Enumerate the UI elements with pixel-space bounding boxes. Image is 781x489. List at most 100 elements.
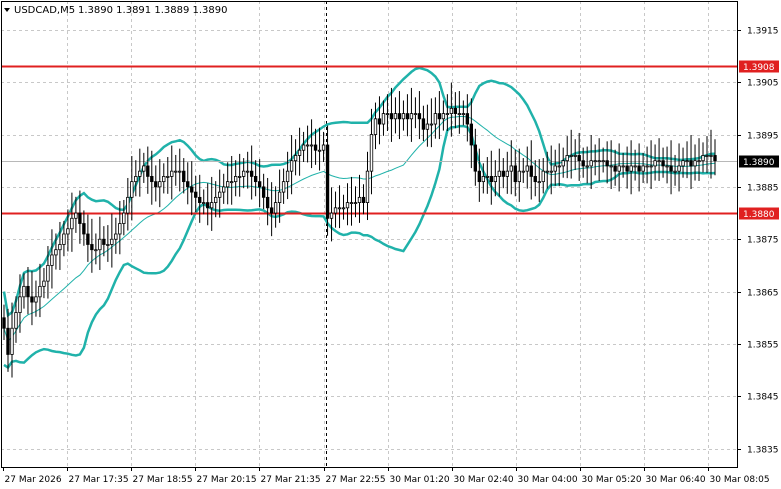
candle-body (409, 113, 414, 120)
candle-body (397, 113, 402, 120)
candle-body (421, 118, 426, 130)
candle-body (629, 165, 633, 172)
candle-body (385, 113, 390, 115)
candle-body (26, 285, 30, 298)
candle-body (485, 176, 489, 178)
candle-body (553, 165, 557, 172)
candle-body (190, 186, 194, 193)
candle-body (613, 165, 617, 172)
candle-body (46, 265, 50, 282)
candle-body (341, 207, 346, 210)
candle-body (66, 228, 70, 235)
y-tick-label: 1.3845 (747, 393, 779, 403)
candle-body (593, 160, 597, 163)
candle-body (561, 160, 565, 167)
candle-body (349, 202, 354, 204)
candle-body (689, 160, 693, 167)
candle-body (477, 170, 482, 183)
candle-body (577, 155, 581, 162)
candle-body (497, 170, 501, 177)
candle-body (2, 317, 6, 329)
x-tick-label: 27 Mar 22:55 (326, 475, 386, 485)
candle-body (14, 312, 18, 329)
y-tick-label: 1.3835 (747, 446, 779, 456)
candle-body (529, 165, 533, 177)
candle-body (134, 176, 138, 183)
candle-body (281, 181, 286, 193)
candle-body (589, 160, 593, 167)
y-tick-label: 1.3895 (747, 132, 779, 142)
candle-body (34, 296, 38, 303)
candle-body (405, 113, 410, 120)
candle-body (533, 176, 537, 183)
candle-body (54, 249, 58, 256)
candle-body (122, 212, 126, 224)
candle-body (230, 181, 234, 184)
candle-body (154, 181, 158, 188)
candle-body (245, 170, 250, 173)
candle-body (661, 160, 665, 167)
x-tick-label: 27 Mar 18:55 (133, 475, 193, 485)
candle-body (106, 244, 110, 246)
candle-body (226, 181, 230, 188)
candle-body (621, 165, 625, 168)
candle-body (633, 165, 637, 168)
candle-body (457, 113, 462, 115)
candle-body (313, 144, 318, 151)
candle-body (170, 170, 174, 177)
candle-body (138, 170, 142, 177)
candle-body (166, 176, 170, 178)
candle-body (713, 155, 717, 162)
candle-body (353, 202, 358, 204)
candle-body (82, 223, 86, 235)
candle-body (449, 107, 454, 114)
level-label: 1.3880 (743, 210, 775, 220)
candle-body (78, 212, 82, 224)
candle-body (685, 160, 689, 163)
candle-body (557, 165, 561, 168)
candle-body (537, 181, 541, 184)
candle-body (289, 160, 294, 172)
candle-body (489, 176, 493, 183)
candle-body (174, 170, 178, 173)
candle-body (309, 144, 314, 147)
candle-body (182, 170, 186, 183)
candle-body (585, 165, 589, 168)
candle-body (126, 196, 130, 214)
candle-body (517, 170, 521, 183)
candle-body (653, 160, 657, 167)
candle-body (297, 149, 302, 156)
candle-body (365, 170, 370, 203)
candle-body (233, 176, 238, 183)
candle-body (277, 191, 282, 203)
candle-body (265, 196, 270, 209)
candle-body (237, 176, 242, 178)
candle-body (609, 165, 613, 168)
candle-body (70, 217, 74, 230)
y-tick-label: 1.3865 (747, 289, 779, 299)
candle-body (333, 207, 338, 214)
candle-body (445, 113, 450, 115)
candle-body (389, 113, 394, 120)
candle-body (261, 186, 266, 198)
candle-body (74, 212, 78, 219)
candle-body (186, 181, 190, 188)
candle-body (357, 196, 362, 203)
candle-body (453, 107, 458, 114)
candle-body (525, 165, 529, 172)
candle-body (198, 196, 202, 203)
candle-body (206, 202, 210, 209)
candle-body (38, 285, 42, 298)
candle-body (178, 170, 182, 173)
candle-body (269, 207, 274, 214)
candle-body (521, 170, 525, 173)
candle-body (433, 113, 438, 125)
candle-body (657, 160, 661, 163)
candle-body (493, 176, 497, 183)
candle-body (573, 155, 577, 157)
candle-body (437, 113, 442, 120)
candle-body (293, 155, 298, 162)
plot-background (0, 0, 781, 489)
candle-body (509, 165, 513, 172)
candle-body (401, 113, 406, 120)
